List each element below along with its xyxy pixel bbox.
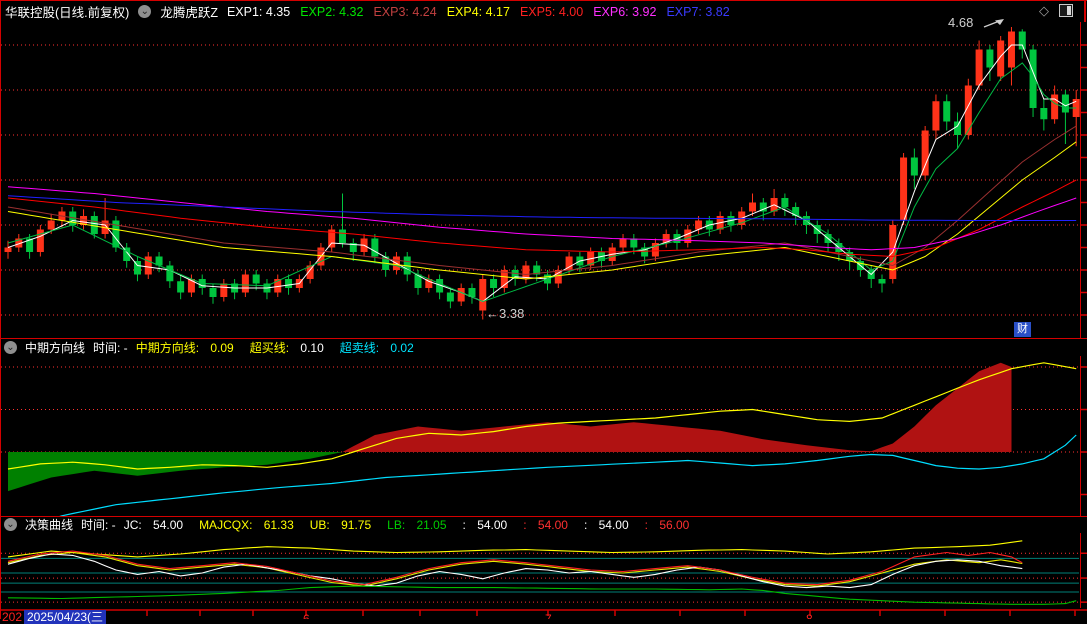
axis-date-label: 2025/04/23(三 <box>24 610 107 624</box>
panel3-field: JC: 54.00 <box>123 517 184 532</box>
high-arrow-icon <box>983 19 1004 28</box>
panel3-time: 时间: - <box>81 518 116 532</box>
panel2-title: 中期方向线 <box>25 340 86 355</box>
panel3-field: LB: 21.05 <box>387 517 447 532</box>
exp-indicator: EXP2: 4.32 <box>300 4 364 19</box>
panel2-field: 超卖线: 0.02 <box>339 340 414 355</box>
panel3-header: ⌄ 决策曲线 时间: - JC: 54.00 MAJCQX: 61.33 UB: 9… <box>0 517 1087 532</box>
high-price-label: 4.68 <box>948 15 974 30</box>
axis-month-label: 6 <box>303 612 310 619</box>
panel3-values: JC: 54.00 MAJCQX: 61.33 UB: 91.75 LB: 21.05… <box>124 518 706 532</box>
axis-month-label: 7 <box>545 612 552 619</box>
exp-indicator: EXP7: 3.82 <box>666 4 730 19</box>
indicator-set-name: 龙腾虎跃Z <box>160 6 218 20</box>
exp-indicator: EXP3: 4.24 <box>373 4 437 19</box>
panel3-field: : 54.00 <box>462 517 508 532</box>
panel3-field: : 54.00 <box>583 517 629 532</box>
titlebar-tools: ◇ <box>1039 4 1073 17</box>
window-layout-icon[interactable] <box>1059 4 1073 17</box>
main-candlestick-chart[interactable] <box>0 22 1087 338</box>
panel2-collapse-icon[interactable]: ⌄ <box>4 340 17 354</box>
title-bar: 华联控股(日线.前复权) ⌄ 龙腾虎跃Z EXP1: 4.35 EXP2: 4.3… <box>0 1 1087 22</box>
decision-curve-chart[interactable] <box>0 533 1087 608</box>
panel2-field: 超买线: 0.10 <box>249 340 324 355</box>
panel3-field: : 54.00 <box>523 517 568 532</box>
exp-indicator: EXP5: 4.00 <box>519 4 584 19</box>
panel3-field: UB: 91.75 <box>309 517 372 532</box>
panel3-title: 决策曲线 <box>25 518 74 532</box>
panel2-field: 中期方向线: 0.09 <box>135 340 234 355</box>
panel3-field: MAJCQX: 61.33 <box>199 517 294 532</box>
panel2-time: 时间: - <box>93 340 128 355</box>
panel3-field: : 56.00 <box>644 517 690 532</box>
panel2-values: 中期方向线: 0.09 超买线: 0.10 超卖线: 0.02 <box>136 339 430 356</box>
axis-month-label: 8 <box>806 612 813 619</box>
panel2-header: ⌄ 中期方向线 时间: - 中期方向线: 0.09 超买线: 0.10 超卖线: 0… <box>0 339 1087 355</box>
stock-title: 华联控股(日线.前复权) <box>5 6 130 20</box>
time-axis[interactable]: 6 7 8 <box>0 608 1087 619</box>
low-price-label: ←3.38 <box>486 306 525 321</box>
chevron-circle-icon[interactable]: ⌄ <box>138 5 152 18</box>
exp-indicator-values: EXP1: 4.35 EXP2: 4.32 EXP3: 4.24 EXP4: 4.17… <box>227 5 740 19</box>
exp-indicator: EXP4: 4.17 <box>446 4 510 19</box>
exp-indicator: EXP1: 4.35 <box>226 4 291 19</box>
axis-partial-date: 202 <box>2 610 23 624</box>
cai-watermark-button[interactable]: 财 <box>1014 322 1031 337</box>
panel3-collapse-icon[interactable]: ⌄ <box>4 518 17 531</box>
midterm-direction-chart[interactable] <box>0 356 1087 516</box>
diamond-icon[interactable]: ◇ <box>1039 4 1049 17</box>
exp-indicator: EXP6: 3.92 <box>593 4 657 19</box>
